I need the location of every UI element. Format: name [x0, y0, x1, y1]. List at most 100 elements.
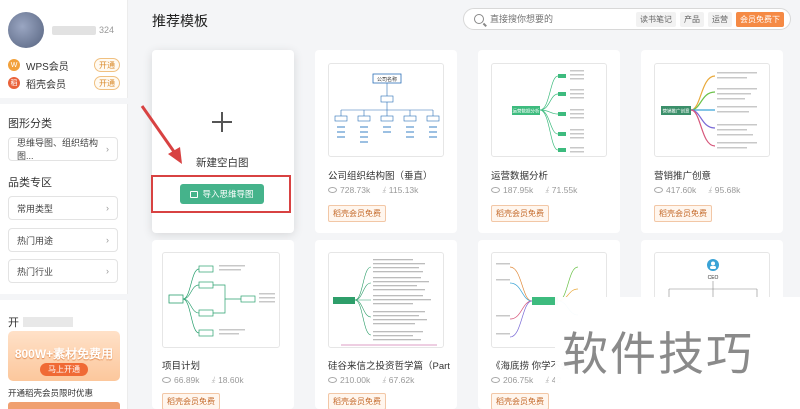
marketing-center-label: 营销推广创意	[663, 108, 690, 115]
project-plan-thumbnail	[168, 265, 275, 337]
docer-open-button[interactable]: 开通	[94, 76, 120, 90]
download-icon: ⤓	[545, 375, 549, 384]
vip-free-download-button[interactable]: 会员免费下	[736, 11, 784, 27]
eye-icon	[328, 187, 337, 193]
search-tag-operations[interactable]: 运营	[708, 11, 732, 27]
download-icon: ⤓	[382, 185, 386, 194]
new-blank-label: 新建空白图	[196, 157, 249, 169]
docer-member-row: 稻 稻壳会员 开通	[8, 75, 120, 91]
wps-open-button[interactable]: 开通	[94, 58, 120, 72]
template-thumbnail: 营销推广创意	[654, 63, 770, 157]
page-title: 推荐模板	[152, 13, 208, 29]
wps-member-row: W WPS会员 开通	[8, 57, 120, 73]
graphic-category-value: 思维导图、组织结构图...	[17, 138, 99, 161]
template-card[interactable]: 营销推广创意 营销推广创意 417.60k ⤓ 95.68k 稻壳会员免费	[641, 50, 783, 233]
template-title[interactable]: 项目计划	[162, 358, 200, 372]
download-count: 67.62k	[388, 375, 415, 385]
member-free-badge: 稻壳会员免费	[654, 205, 712, 222]
chevron-right-icon: ›	[106, 144, 109, 154]
view-count: 66.89k	[174, 375, 200, 385]
member-free-badge: 稻壳会员免费	[328, 205, 386, 222]
template-stats: 210.00k ⤓ 67.62k	[328, 375, 414, 385]
data-analysis-thumbnail: 运营数据分析	[512, 70, 584, 153]
graphic-category-title: 图形分类	[8, 118, 52, 130]
investment-letter-thumbnail	[333, 259, 437, 346]
eye-icon	[491, 377, 500, 383]
template-card[interactable]: 项目计划 66.89k ⤓ 18.60k 稻壳会员免费	[152, 240, 294, 409]
red-arrow-annotation	[140, 105, 182, 164]
chevron-right-icon: ›	[106, 266, 109, 276]
template-thumbnail	[328, 252, 444, 348]
user-profile[interactable]: 324	[8, 10, 114, 50]
special-zone-title: 品类专区	[8, 177, 52, 189]
template-title[interactable]: 营销推广创意	[654, 168, 711, 182]
section-divider	[0, 294, 128, 300]
download-icon: ⤓	[211, 375, 216, 384]
wps-member-label: WPS会员	[26, 61, 69, 73]
graphic-category-select[interactable]: 思维导图、组织结构图... ›	[8, 137, 118, 161]
view-count: 210.00k	[340, 375, 371, 385]
template-stats: 66.89k ⤓ 18.60k	[162, 375, 244, 385]
search-tag-product[interactable]: 产品	[680, 11, 704, 27]
promo-footer-text: 开通稻壳会员限时优惠	[8, 388, 94, 398]
promo-headline: 800W+素材免费用	[14, 347, 114, 361]
download-count: 18.60k	[218, 375, 244, 385]
org-chart-thumbnail: 公司名称	[334, 73, 440, 143]
section-divider	[0, 98, 128, 104]
download-icon: ⤓	[545, 185, 549, 194]
popular-industry-select[interactable]: 热门行业 ›	[8, 259, 118, 283]
avatar[interactable]	[8, 12, 44, 48]
template-card[interactable]: 运营数据分析 运营数据分析 187.95k ⤓ 71.55k 稻壳会员免费	[478, 50, 620, 233]
promo-open-button[interactable]: 马上开通	[40, 363, 88, 376]
popular-use-label: 热门用途	[17, 235, 54, 246]
promo-banner[interactable]: 800W+素材免费用 马上开通	[8, 331, 120, 381]
search-icon	[474, 14, 484, 24]
docer-member-label: 稻壳会员	[26, 79, 66, 91]
download-count: 71.55k	[551, 185, 578, 195]
view-count: 417.60k	[666, 185, 697, 195]
eye-icon	[654, 187, 663, 193]
sidebar: 324 W WPS会员 开通 稻 稻壳会员 开通 图形分类 思维导图、组织结构图…	[0, 0, 128, 409]
promo-title-blur	[23, 317, 73, 327]
import-icon	[190, 190, 199, 198]
plus-icon[interactable]	[212, 112, 232, 132]
promo-title-text: 开	[8, 317, 19, 329]
common-type-select[interactable]: 常用类型 ›	[8, 196, 118, 220]
template-thumbnail: 公司名称	[328, 63, 444, 157]
marketing-thumbnail: 营销推广创意	[661, 72, 757, 149]
template-title[interactable]: 运营数据分析	[491, 168, 548, 182]
eye-icon	[162, 377, 171, 383]
template-stats: 206.75k ⤓42	[491, 375, 561, 385]
member-free-badge: 稻壳会员免费	[162, 393, 220, 409]
download-icon: ⤓	[708, 185, 712, 194]
popular-use-select[interactable]: 热门用途 ›	[8, 228, 118, 252]
template-card[interactable]: 硅谷来信之投资哲学篇（Part 210.00k ⤓ 67.62k 稻壳会员免费	[315, 240, 457, 409]
member-free-badge: 稻壳会员免费	[491, 205, 549, 222]
app-window: 324 W WPS会员 开通 稻 稻壳会员 开通 图形分类 思维导图、组织结构图…	[0, 0, 800, 409]
wps-member-icon: W	[8, 59, 20, 71]
search-tag-reading-notes[interactable]: 读书笔记	[636, 11, 676, 27]
import-mindmap-button[interactable]: 导入思维导图	[180, 184, 264, 204]
download-count: 95.68k	[714, 185, 741, 195]
username: 324	[52, 25, 114, 35]
promo-action-bar[interactable]	[8, 402, 120, 409]
view-count: 728.73k	[340, 185, 371, 195]
import-mindmap-label: 导入思维导图	[202, 189, 254, 199]
template-title[interactable]: 硅谷来信之投资哲学篇（Part	[328, 358, 450, 372]
download-icon: ⤓	[382, 375, 386, 384]
template-thumbnail: 运营数据分析	[491, 63, 607, 157]
eye-icon	[328, 377, 337, 383]
username-suffix: 324	[99, 25, 115, 35]
view-count: 187.95k	[503, 185, 534, 195]
promo-title: 开	[8, 314, 73, 330]
popular-industry-label: 热门行业	[17, 266, 54, 277]
template-stats: 417.60k ⤓ 95.68k	[654, 185, 740, 195]
template-card[interactable]: 公司名称 公司组织结构图（垂直） 728.73k ⤓ 115.13k 稻壳会员免…	[315, 50, 457, 233]
search-bar[interactable]: 读书笔记 产品 运营 会员免费下	[463, 8, 791, 30]
template-title[interactable]: 公司组织结构图（垂直）	[328, 168, 433, 182]
template-stats: 728.73k ⤓ 115.13k	[328, 185, 418, 195]
ceo-label: CEO	[708, 275, 719, 281]
search-input[interactable]	[490, 14, 632, 24]
docer-member-icon: 稻	[8, 77, 20, 89]
chevron-right-icon: ›	[106, 203, 109, 213]
